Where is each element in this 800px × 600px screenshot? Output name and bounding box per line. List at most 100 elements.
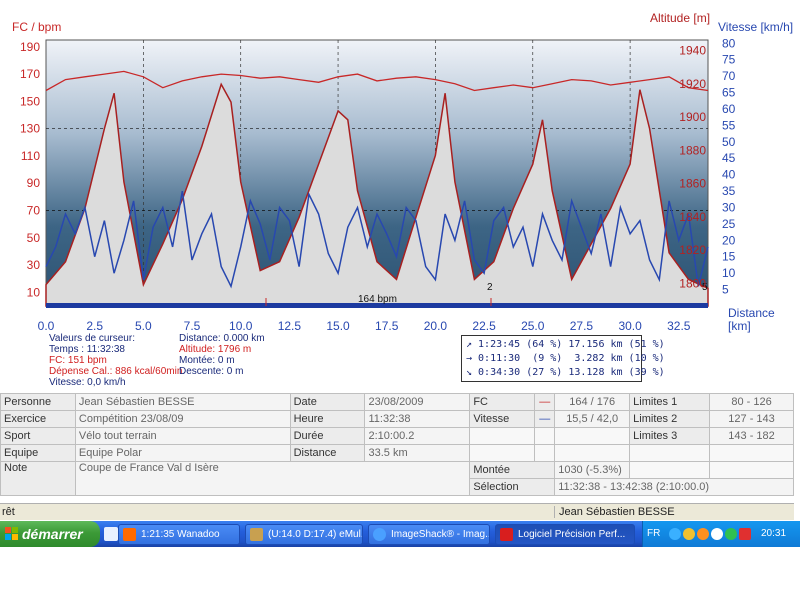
empty-cell bbox=[469, 444, 536, 462]
status-text: rêt bbox=[2, 506, 15, 518]
distance-value[interactable]: 33.5 km bbox=[364, 444, 471, 462]
tray-app-icon[interactable] bbox=[683, 528, 695, 540]
y-speed-tick-label: 75 bbox=[722, 53, 736, 67]
x-tick-label: 10.0 bbox=[229, 319, 253, 333]
selection-value: 11:32:38 - 13:42:38 (2:10:00.0) bbox=[554, 478, 794, 496]
cursor-title: Valeurs de curseur: bbox=[49, 333, 135, 344]
time-value[interactable]: 11:32:38 bbox=[364, 410, 471, 428]
status-bar: rêt Jean Sébastien BESSE bbox=[0, 503, 794, 520]
x-tick-label: 22.5 bbox=[472, 319, 496, 333]
system-tray: FR 20:31 bbox=[642, 521, 800, 547]
duration-value[interactable]: 2:10:00.2 bbox=[364, 427, 471, 445]
y-alt-tick-label: 1920 bbox=[679, 77, 706, 91]
bpm-marker-label: 164 bpm bbox=[358, 294, 397, 305]
y-alt-tick-label: 1900 bbox=[679, 110, 706, 124]
y-speed-title: Vitesse [km/h] bbox=[718, 20, 793, 34]
x-tick-label: 32.5 bbox=[667, 319, 691, 333]
tray-app-icon[interactable] bbox=[725, 528, 737, 540]
y-left-tick-label: 170 bbox=[20, 67, 40, 81]
y-speed-tick-label: 20 bbox=[722, 233, 736, 247]
cursor-ascent: Montée: 0 m bbox=[179, 355, 235, 366]
network-icon[interactable] bbox=[669, 528, 681, 540]
cursor-altitude: Altitude: 1796 m bbox=[179, 344, 252, 355]
y-alt-tick-label: 1860 bbox=[679, 177, 706, 191]
empty-cell bbox=[534, 427, 556, 445]
y-speed-tick-label: 15 bbox=[722, 250, 736, 264]
team-label: Equipe bbox=[0, 444, 76, 462]
y-speed-tick-label: 80 bbox=[722, 36, 736, 50]
x-axis-title-2: [km] bbox=[728, 319, 751, 333]
y-left-tick-label: 70 bbox=[27, 204, 41, 218]
y-speed-tick-label: 40 bbox=[722, 168, 736, 182]
y-speed-tick-label: 55 bbox=[722, 118, 736, 132]
speed-label: Vitesse bbox=[469, 410, 536, 428]
cursor-distance: Distance: 0.000 km bbox=[179, 333, 265, 344]
wanadoo-icon bbox=[123, 528, 136, 541]
cursor-descent: Descente: 0 m bbox=[179, 366, 244, 377]
y-left-tick-label: 30 bbox=[27, 258, 41, 272]
status-user: Jean Sébastien BESSE bbox=[554, 506, 794, 518]
browser-icon bbox=[373, 528, 386, 541]
slope-up: ↗ 1:23:45 (64 %) 17.156 km (51 %) bbox=[466, 339, 665, 350]
exercise-value[interactable]: Compétition 23/08/09 bbox=[74, 410, 291, 428]
fc-value: 164 / 176 bbox=[554, 393, 631, 411]
fc-label: FC bbox=[469, 393, 536, 411]
date-value[interactable]: 23/08/2009 bbox=[364, 393, 471, 411]
session-info-table: Personne Jean Sébastien BESSE Date 23/08… bbox=[0, 393, 794, 496]
empty-cell bbox=[709, 461, 794, 479]
ascent-value: 1030 (-5.3%) bbox=[554, 461, 631, 479]
y-left-tick-label: 50 bbox=[27, 231, 41, 245]
x-tick-label: 27.5 bbox=[570, 319, 594, 333]
start-button[interactable]: démarrer bbox=[0, 521, 100, 547]
y-speed-tick-label: 60 bbox=[722, 102, 736, 116]
y-left-tick-label: 10 bbox=[27, 285, 41, 299]
task-wanadoo[interactable]: 1:21:35 Wanadoo bbox=[118, 524, 240, 545]
empty-cell bbox=[469, 427, 536, 445]
heart-icon bbox=[500, 528, 513, 541]
y-speed-tick-label: 10 bbox=[722, 266, 736, 280]
show-desktop-icon[interactable] bbox=[104, 527, 118, 541]
x-tick-label: 25.0 bbox=[521, 319, 545, 333]
y-speed-tick-label: 30 bbox=[722, 200, 736, 214]
slope-flat: → 0:11:30 (9 %) 3.282 km (10 %) bbox=[466, 353, 665, 364]
time-label: Heure bbox=[289, 410, 366, 428]
y-left-tick-label: 110 bbox=[21, 149, 40, 163]
language-indicator[interactable]: FR bbox=[647, 528, 660, 539]
tray-app-icon[interactable] bbox=[739, 528, 751, 540]
sport-label: Sport bbox=[0, 427, 76, 445]
cursor-speed: Vitesse: 0,0 km/h bbox=[49, 377, 126, 388]
task-imageshack[interactable]: ImageShack® - Imag... bbox=[368, 524, 490, 545]
exercise-label: Exercice bbox=[0, 410, 76, 428]
tray-app-icon[interactable] bbox=[697, 528, 709, 540]
tray-app-icon[interactable] bbox=[711, 528, 723, 540]
y-left-tick-label: 130 bbox=[20, 122, 40, 136]
x-tick-label: 7.5 bbox=[184, 319, 201, 333]
y-left-title: FC / bpm bbox=[12, 20, 61, 34]
person-value[interactable]: Jean Sébastien BESSE bbox=[74, 393, 291, 411]
emule-icon bbox=[250, 528, 263, 541]
distance-label: Distance bbox=[289, 444, 366, 462]
note-value[interactable]: Coupe de France Val d Isère bbox=[74, 461, 471, 496]
limits3-label: Limites 3 bbox=[629, 427, 711, 445]
team-value[interactable]: Equipe Polar bbox=[74, 444, 291, 462]
y-speed-tick-label: 70 bbox=[722, 69, 736, 83]
y-speed-tick-label: 25 bbox=[722, 217, 736, 231]
x-tick-label: 12.5 bbox=[278, 319, 302, 333]
task-label: Logiciel Précision Perf... bbox=[518, 529, 626, 540]
task-label: (U:14.0 D:17.4) eMul... bbox=[268, 529, 363, 540]
duration-label: Durée bbox=[289, 427, 366, 445]
x-tick-label: 5.0 bbox=[135, 319, 152, 333]
y-left-tick-label: 190 bbox=[20, 40, 40, 54]
x-tick-label: 17.5 bbox=[375, 319, 399, 333]
speed-legend-dash: — bbox=[534, 410, 556, 428]
task-emule[interactable]: (U:14.0 D:17.4) eMul... bbox=[245, 524, 363, 545]
empty-cell bbox=[534, 444, 556, 462]
cursor-hr: FC: 151 bpm bbox=[49, 355, 107, 366]
sport-value[interactable]: Vélo tout terrain bbox=[74, 427, 291, 445]
windows-logo-icon bbox=[5, 527, 19, 541]
x-tick-label: 20.0 bbox=[424, 319, 448, 333]
y-alt-tick-label: 1880 bbox=[679, 143, 706, 157]
x-tick-label: 2.5 bbox=[86, 319, 103, 333]
task-polar[interactable]: Logiciel Précision Perf... bbox=[495, 524, 635, 545]
speed-value: 15,5 / 42,0 bbox=[554, 410, 631, 428]
